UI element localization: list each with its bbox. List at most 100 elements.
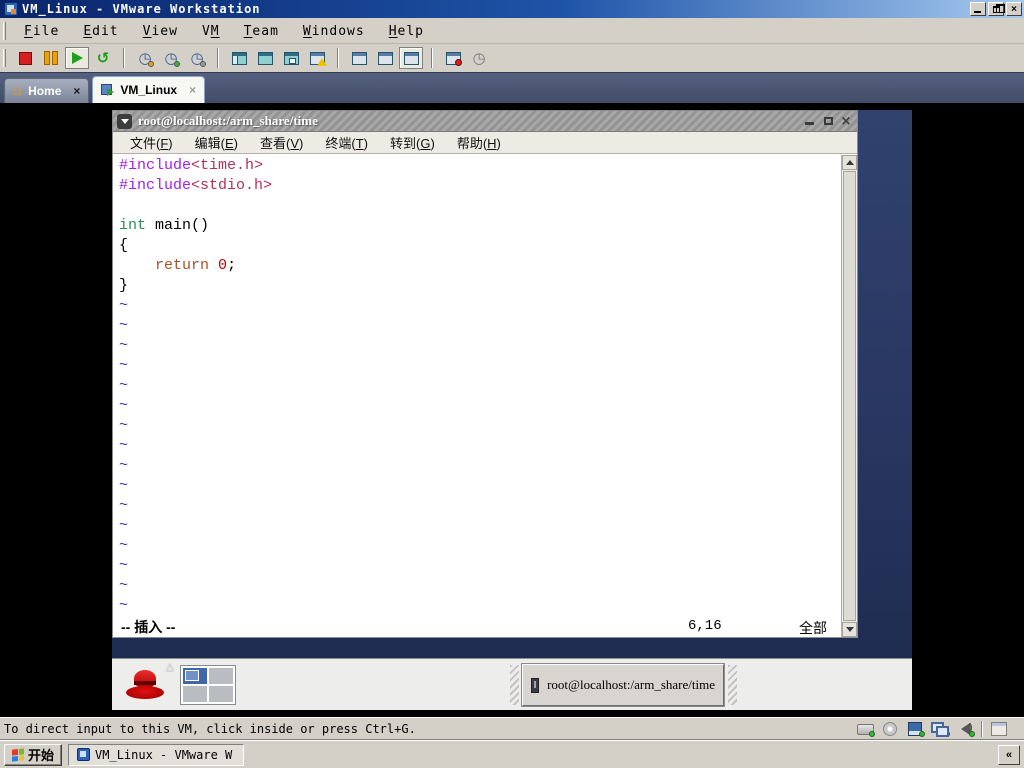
console-view-icon bbox=[403, 50, 419, 66]
windows-taskbar: 开始 VM_Linux - VMware W... « bbox=[0, 740, 1024, 768]
snapshot-manager-icon: ◷ bbox=[189, 49, 206, 67]
tilde-line: ~ bbox=[119, 417, 129, 434]
menu-windows[interactable]: Windows bbox=[291, 21, 377, 42]
redhat-menu-icon[interactable] bbox=[126, 670, 164, 700]
terminal-titlebar[interactable]: root@localhost:/arm_share/time × bbox=[113, 111, 857, 132]
tab-home-close-icon[interactable]: × bbox=[73, 84, 80, 98]
terminal-menu-t[interactable]: 终端(T) bbox=[316, 131, 377, 154]
network-icon[interactable] bbox=[931, 721, 950, 737]
record-movie-icon bbox=[445, 50, 462, 66]
menu-vm[interactable]: VM bbox=[190, 21, 232, 42]
start-button[interactable]: 开始 bbox=[4, 743, 63, 766]
snapshot-revert-button[interactable]: ◷ bbox=[159, 47, 183, 69]
terminal-menu-v[interactable]: 查看(V) bbox=[251, 131, 312, 154]
workspace-2[interactable] bbox=[209, 668, 233, 684]
tab-vm-linux-close-icon[interactable]: × bbox=[189, 83, 196, 97]
workspace-3[interactable] bbox=[183, 686, 207, 702]
scrollbar-thumb[interactable] bbox=[843, 171, 856, 621]
menubar-grip[interactable] bbox=[3, 21, 6, 40]
taskbar-task-label: VM_Linux - VMware W... bbox=[95, 747, 235, 762]
play-button[interactable] bbox=[65, 47, 89, 69]
tilde-line: ~ bbox=[119, 517, 129, 534]
vim-buffer[interactable]: #include<time.h> #include<stdio.h> int ma… bbox=[113, 155, 841, 615]
sidebar-toggle-button[interactable] bbox=[227, 47, 251, 69]
harddisk-icon[interactable] bbox=[856, 721, 875, 737]
vmware-statusbar: To direct input to this VM, click inside… bbox=[0, 717, 1024, 740]
terminal-maximize-button[interactable] bbox=[821, 114, 835, 128]
home-icon: ⌂ bbox=[13, 82, 23, 99]
terminal-menu-f[interactable]: 文件(F) bbox=[121, 131, 182, 154]
toolbar-grip[interactable] bbox=[3, 49, 6, 67]
vm-settings-button[interactable] bbox=[347, 47, 371, 69]
snapshot-revert-icon: ◷ bbox=[163, 49, 180, 67]
window-menu-icon[interactable] bbox=[117, 113, 132, 129]
tab-home-label: Home bbox=[28, 84, 62, 98]
workspace-1[interactable] bbox=[183, 668, 207, 684]
workspace-switcher[interactable] bbox=[180, 665, 236, 705]
tab-vm-linux-label: VM_Linux bbox=[120, 83, 178, 97]
menu-edit[interactable]: Edit bbox=[71, 21, 130, 42]
tray-collapse-button[interactable]: « bbox=[998, 744, 1020, 765]
stop-button[interactable] bbox=[13, 47, 37, 69]
summary-view-button[interactable] bbox=[373, 47, 397, 69]
close-button[interactable]: × bbox=[1006, 2, 1022, 16]
scroll-up-icon[interactable] bbox=[842, 155, 857, 170]
window-titlebar[interactable]: VM_Linux - VMware Workstation × bbox=[0, 0, 1024, 18]
terminal-scrollbar[interactable] bbox=[841, 155, 857, 637]
reset-button[interactable]: ↺ bbox=[91, 47, 115, 69]
taskbar-task-button[interactable]: VM_Linux - VMware W... bbox=[68, 743, 245, 766]
tab-vm-linux[interactable]: VM_Linux × bbox=[92, 76, 206, 103]
code-line: #include<time.h> bbox=[119, 157, 264, 174]
menu-file[interactable]: File bbox=[12, 21, 71, 42]
pause-icon bbox=[43, 50, 59, 66]
terminal-icon bbox=[531, 677, 540, 693]
terminal-menu-g[interactable]: 转到(G) bbox=[381, 131, 444, 154]
vm-icon bbox=[101, 84, 115, 96]
status-message: To direct input to this VM, click inside… bbox=[4, 722, 416, 736]
vim-statusline: -- 插入 -- 6,16 全部 bbox=[113, 615, 841, 637]
host-menu-items: File Edit View VM Team Windows Help bbox=[12, 22, 436, 40]
terminal-title: root@localhost:/arm_share/time bbox=[138, 113, 318, 128]
vm-settings-icon bbox=[351, 50, 367, 66]
scroll-down-icon[interactable] bbox=[842, 622, 857, 637]
panel-task-button[interactable]: root@localhost:/arm_share/time bbox=[521, 663, 725, 707]
tilde-line: ~ bbox=[119, 437, 129, 454]
vmware-app-icon bbox=[77, 748, 91, 761]
menu-help[interactable]: Help bbox=[377, 21, 436, 42]
tab-home[interactable]: ⌂ Home × bbox=[4, 78, 90, 103]
applet-handle-right[interactable] bbox=[728, 665, 737, 705]
console-view-button[interactable] bbox=[399, 47, 423, 69]
sidebar-toggle-icon bbox=[231, 50, 247, 66]
restore-button[interactable] bbox=[988, 2, 1005, 16]
sound-icon[interactable] bbox=[956, 721, 975, 737]
code-line: { bbox=[119, 237, 129, 254]
record-movie-button[interactable] bbox=[441, 47, 465, 69]
terminal-window[interactable]: root@localhost:/arm_share/time × 文件(F) 编辑… bbox=[112, 110, 858, 638]
terminal-close-button[interactable]: × bbox=[839, 114, 853, 129]
minimize-button[interactable] bbox=[970, 2, 986, 16]
vim-scroll-position: 全部 bbox=[799, 620, 827, 636]
pause-button[interactable] bbox=[39, 47, 63, 69]
terminal-minimize-button[interactable] bbox=[803, 114, 817, 128]
quick-switch-button[interactable] bbox=[279, 47, 303, 69]
menu-view[interactable]: View bbox=[131, 21, 190, 42]
snapshot-take-button[interactable]: ◷ bbox=[133, 47, 157, 69]
clock-button[interactable]: ◷ bbox=[467, 47, 491, 69]
unity-button[interactable] bbox=[305, 47, 329, 69]
code-line: int main() bbox=[119, 217, 210, 234]
terminal-menu-h[interactable]: 帮助(H) bbox=[448, 131, 510, 154]
floppy-icon[interactable] bbox=[906, 721, 925, 737]
applet-handle-left[interactable] bbox=[510, 665, 519, 705]
snapshot-manager-button[interactable]: ◷ bbox=[185, 47, 209, 69]
window-title: VM_Linux - VMware Workstation bbox=[22, 2, 261, 16]
menu-team[interactable]: Team bbox=[232, 21, 291, 42]
fullscreen-button[interactable] bbox=[253, 47, 277, 69]
guest-desktop[interactable]: root@localhost:/arm_share/time × 文件(F) 编辑… bbox=[112, 110, 912, 710]
vm-display-area[interactable]: root@localhost:/arm_share/time × 文件(F) 编辑… bbox=[0, 103, 1024, 717]
message-icon[interactable] bbox=[990, 721, 1008, 737]
cdrom-icon[interactable] bbox=[881, 721, 899, 737]
workspace-4[interactable] bbox=[209, 686, 233, 702]
minimize-icon bbox=[805, 122, 814, 125]
terminal-menu-e[interactable]: 编辑(E) bbox=[186, 131, 247, 154]
tilde-line: ~ bbox=[119, 557, 129, 574]
